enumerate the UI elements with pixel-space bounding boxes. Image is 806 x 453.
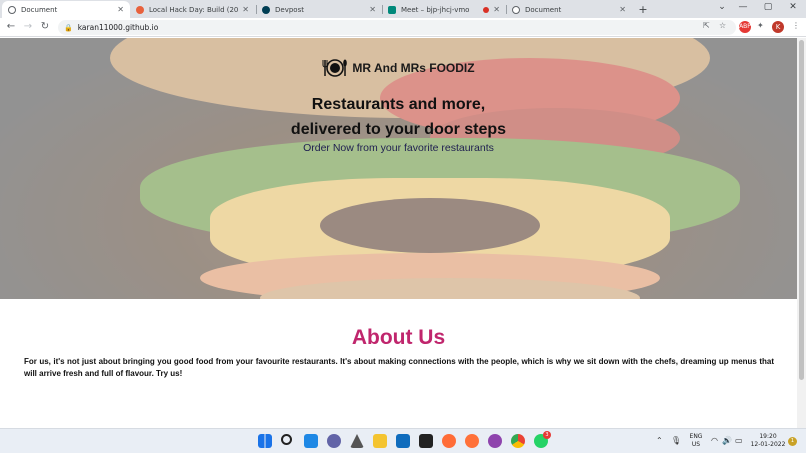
web-page: MR And MRs FOODIZ Restaurants and more, … [0,38,797,428]
language-code: ENG [689,433,703,440]
microphone-icon[interactable]: 🎙 [671,436,681,445]
task-view-icon[interactable] [304,434,318,448]
chat-icon[interactable] [327,434,341,448]
chevron-up-icon[interactable]: ⌃ [656,436,663,445]
about-us-text: For us, it's not just about bringing you… [24,357,774,378]
close-icon[interactable]: ✕ [619,5,626,14]
clock[interactable]: 19:20 12-01-2022 [750,433,786,449]
windows-taskbar: 3 ⌃ 🎙 ENG US ◠ 🔊 ▭ 19:20 12-01-2022 1 [0,428,806,453]
star-icon[interactable]: ☆ [719,21,726,30]
close-icon[interactable]: ✕ [493,5,500,14]
forward-icon[interactable]: → [21,21,35,32]
firefox-icon[interactable] [465,434,479,448]
chevron-down-icon[interactable]: ⌄ [712,2,732,12]
headline-line: Restaurants and more, [311,96,486,113]
tab-document[interactable]: Document ✕ [506,1,632,18]
close-window-icon[interactable]: ✕ [783,2,803,12]
tab-document-active[interactable]: Document ✕ [2,1,130,18]
share-icon[interactable]: ⇱ [703,21,710,30]
extensions-puzzle-icon[interactable]: ✦ [757,21,764,30]
address-bar[interactable]: 🔒 karan11000.github.io [58,20,736,35]
headline-line: delivered to your door steps [290,121,507,138]
about-us-heading: About Us [351,326,446,349]
language-indicator[interactable]: ENG US [686,433,706,449]
volume-icon[interactable]: 🔊 [722,436,732,445]
hero-headline: Restaurants and more, delivered to your … [0,92,797,142]
windows-start-icon[interactable] [258,434,272,448]
tab-local-hack-day[interactable]: Local Hack Day: Build (2022) | M ✕ [130,1,255,18]
brand-name: MR And MRs FOODIZ [352,61,475,75]
tab-devpost[interactable]: Devpost ✕ [256,1,382,18]
back-icon[interactable]: ← [4,21,18,32]
url-text: karan11000.github.io [77,23,159,32]
time-text: 19:20 [759,433,777,440]
adblock-extension-icon[interactable]: ABP [739,21,751,33]
reload-icon[interactable]: ↻ [38,21,52,32]
page-scrollbar[interactable] [797,38,806,428]
github-desktop-icon[interactable] [488,434,502,448]
tab-meet[interactable]: Meet – bjp-jhcj-vmo ✕ [382,1,506,18]
tab-title: Devpost [275,5,304,14]
devpost-icon [262,5,270,14]
file-explorer-icon[interactable] [373,434,387,448]
maximize-icon[interactable]: ▢ [758,2,778,12]
search-icon[interactable] [281,434,292,445]
region-code: US [691,441,701,448]
close-icon[interactable]: ✕ [242,5,249,14]
whatsapp-badge: 3 [543,431,551,439]
new-tab-button[interactable]: + [636,3,650,17]
close-icon[interactable]: ✕ [117,5,124,14]
date-text: 12-01-2022 [750,441,786,448]
tab-title: Document [525,5,562,14]
wifi-icon[interactable]: ◠ [711,436,718,445]
plate-cutlery-logo-icon [322,58,348,78]
notion-icon[interactable] [419,434,433,448]
lock-icon: 🔒 [64,23,73,32]
inkscape-icon[interactable] [350,434,364,448]
recording-icon [483,6,490,13]
browser-toolbar: ← → ↻ 🔒 karan11000.github.io ⇱ ☆ ABP ✦ K… [0,18,806,37]
kebab-menu-icon[interactable]: ⋮ [792,21,800,30]
tab-title: Document [21,5,58,14]
notification-badge[interactable]: 1 [788,437,797,446]
mail-icon[interactable] [396,434,410,448]
scrollbar-thumb[interactable] [799,40,804,380]
hero-section: MR And MRs FOODIZ Restaurants and more, … [0,38,797,299]
chrome-icon[interactable] [511,434,525,448]
minimize-icon[interactable]: — [733,2,753,12]
globe-icon [8,5,16,14]
tab-title: Local Hack Day: Build (2022) | M [149,5,239,14]
postman-icon[interactable] [442,434,456,448]
tab-title: Meet – bjp-jhcj-vmo [401,5,470,14]
hero-tagline: Order Now from your favorite restaurants [303,142,494,154]
globe-icon [512,5,520,14]
battery-icon[interactable]: ▭ [735,436,743,445]
tab-strip: Document ✕ Local Hack Day: Build (2022) … [0,0,806,18]
brand-header[interactable]: MR And MRs FOODIZ [0,58,797,78]
meet-icon [388,5,396,14]
close-icon[interactable]: ✕ [369,5,376,14]
profile-avatar[interactable]: K [772,21,784,33]
mlh-icon [136,5,144,14]
